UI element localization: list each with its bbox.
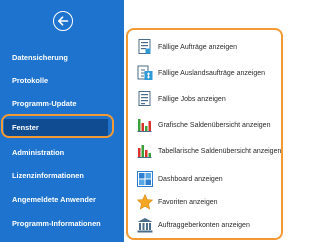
command-label: Fällige Jobs anzeigen (158, 95, 226, 103)
command-label: Fällige Auslandsaufträge anzeigen (158, 69, 266, 77)
sidebar-item-programm-update[interactable]: Programm-Update (12, 97, 76, 111)
star-icon (136, 193, 154, 211)
command-faellige-jobs[interactable]: Fällige Jobs anzeigen (136, 90, 226, 108)
command-dashboard[interactable]: Dashboard anzeigen (136, 170, 223, 188)
command-tabellarische-saldenuebersicht[interactable]: Tabellarische Saldenübersicht anzeigen (136, 142, 281, 160)
sidebar-item-programm-informationen[interactable]: Programm-Informationen (12, 217, 101, 231)
command-grafische-saldenuebersicht[interactable]: Grafische Saldenübersicht anzeigen (136, 116, 270, 134)
sidebar-item-datensicherung[interactable]: Datensicherung (12, 51, 68, 65)
bar-chart-icon (136, 116, 154, 134)
back-button[interactable] (53, 11, 73, 31)
document-list-icon (136, 38, 154, 56)
command-label: Tabellarische Saldenübersicht anzeigen (158, 147, 282, 155)
command-label: Auftraggeberkonten anzeigen (158, 221, 250, 229)
back-arrow-icon (58, 16, 69, 26)
sidebar-item-angemeldete-anwender[interactable]: Angemeldete Anwender (12, 193, 96, 207)
foreign-currency-document-icon (136, 64, 154, 82)
sidebar-item-administration[interactable]: Administration (12, 146, 64, 160)
sidebar-item-lizenzinformationen[interactable]: Lizenzinformationen (12, 169, 84, 183)
dashboard-grid-icon (136, 170, 154, 188)
table-chart-icon (136, 142, 154, 160)
command-faellige-auslandsauftraege[interactable]: Fällige Auslandsaufträge anzeigen (136, 64, 265, 82)
command-label: Favoriten anzeigen (158, 198, 218, 206)
jobs-document-icon (136, 90, 154, 108)
command-label: Fällige Aufträge anzeigen (158, 43, 237, 51)
command-faellige-auftraege[interactable]: Fällige Aufträge anzeigen (136, 38, 237, 56)
command-favoriten[interactable]: Favoriten anzeigen (136, 193, 218, 211)
sidebar-item-protokolle[interactable]: Protokolle (12, 74, 48, 88)
selected-item-highlight (1, 114, 114, 138)
command-label: Grafische Saldenübersicht anzeigen (158, 121, 271, 129)
command-auftraggeberkonten[interactable]: Auftraggeberkonten anzeigen (136, 216, 250, 234)
command-label: Dashboard anzeigen (158, 175, 223, 183)
bank-building-icon (136, 216, 154, 234)
